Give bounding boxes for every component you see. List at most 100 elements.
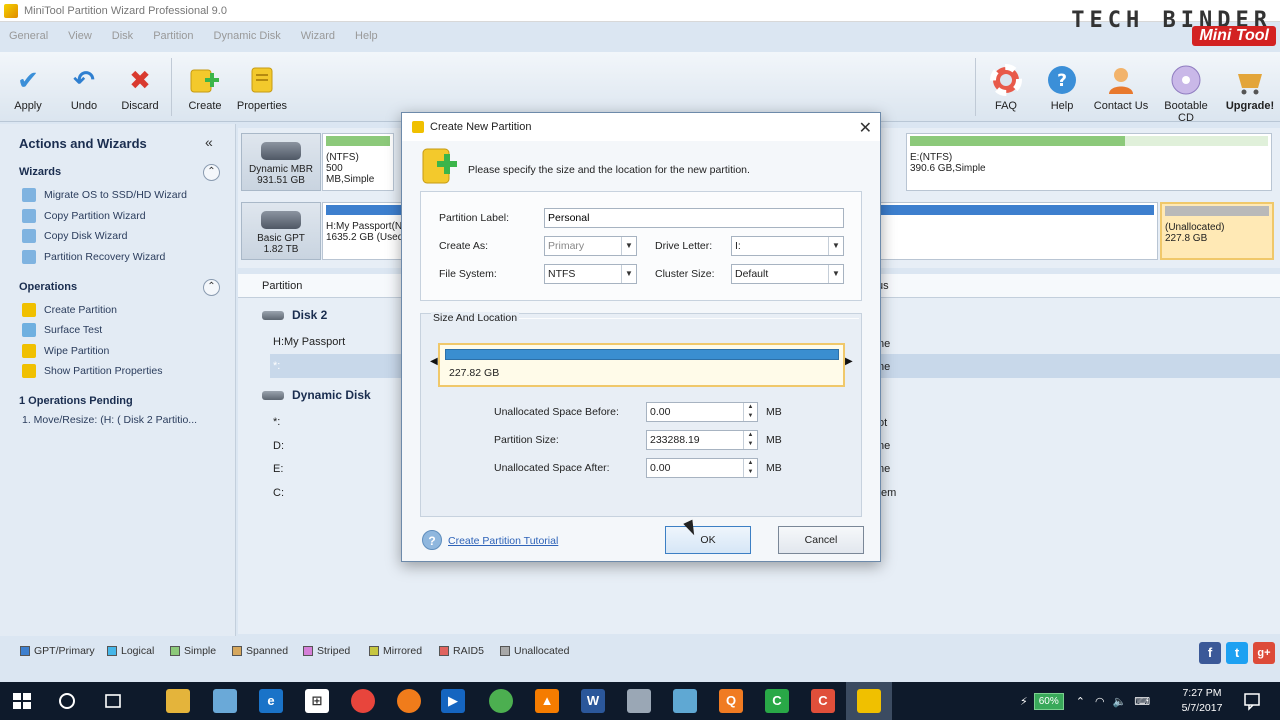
control-panel-icon[interactable] <box>627 689 651 713</box>
create-as-select[interactable]: Primary ▼ <box>544 236 637 256</box>
ok-button[interactable]: OK <box>665 526 751 554</box>
undo-button[interactable]: ↶ Undo <box>56 58 112 113</box>
table-row-d[interactable]: D: <box>273 440 284 452</box>
chrome-icon[interactable] <box>351 689 375 713</box>
menu-dynamic-disk[interactable]: Dynamic Disk <box>214 30 281 42</box>
cancel-button[interactable]: Cancel <box>778 526 864 554</box>
bootable-cd-button[interactable]: Bootable CD <box>1158 58 1214 124</box>
unallocated-before-input[interactable]: 0.00 ▲ ▼ <box>646 402 758 422</box>
camtasia-red-icon[interactable]: C <box>811 689 835 713</box>
operations-collapse-button[interactable]: ⌃ <box>203 279 220 296</box>
dialog-title: Create New Partition <box>430 121 532 133</box>
cluster-size-select[interactable]: Default ▼ <box>731 264 844 284</box>
spinner-arrows-icon[interactable]: ▲ ▼ <box>743 459 757 477</box>
store-icon[interactable]: ⊞ <box>305 689 329 713</box>
menu-partition[interactable]: Partition <box>153 30 193 42</box>
legend-swatch <box>232 646 242 656</box>
partition-label-input[interactable] <box>544 208 844 228</box>
notifications-icon[interactable] <box>1240 689 1264 713</box>
spinner-arrows-icon[interactable]: ▲ ▼ <box>743 403 757 421</box>
create-button[interactable]: Create <box>177 58 233 112</box>
unallocated-after-input[interactable]: 0.00 ▲ ▼ <box>646 458 758 478</box>
wifi-icon[interactable]: ◠ <box>1095 695 1105 708</box>
faq-button[interactable]: FAQ <box>978 58 1034 112</box>
partition-size-slider[interactable]: 227.82 GB <box>438 343 845 387</box>
edge-icon[interactable]: e <box>259 689 283 713</box>
create-partition-tutorial-link[interactable]: Create Partition Tutorial <box>448 535 558 547</box>
table-row-h[interactable]: H:My Passport <box>273 336 345 348</box>
partition-recovery-wizard[interactable]: Partition Recovery Wizard <box>22 250 165 264</box>
disk-card-gpt[interactable]: Basic GPT 1.82 TB <box>241 202 321 260</box>
firefox-icon[interactable] <box>397 689 421 713</box>
hard-disk-icon <box>261 211 301 229</box>
vlc-icon[interactable]: ▲ <box>535 689 559 713</box>
battery-indicator[interactable]: 60% <box>1033 692 1064 710</box>
menu-bar: General View Disk Partition Dynamic Disk… <box>0 24 398 48</box>
slider-fill[interactable] <box>445 349 839 360</box>
unallocated-block[interactable]: (Unallocated) 227.8 GB <box>1160 202 1274 260</box>
partition-block[interactable]: (NTFS) 500 MB,Simple <box>322 133 394 191</box>
contact-us-button[interactable]: Contact Us <box>1093 58 1149 112</box>
create-partition-operation[interactable]: Create Partition <box>22 303 117 317</box>
upgrade-button[interactable]: Upgrade! <box>1222 58 1278 112</box>
slider-right-handle-icon[interactable]: ▶ <box>845 356 853 367</box>
pending-operation-item[interactable]: 1. Move/Resize: (H: ( Disk 2 Partitio... <box>22 414 197 426</box>
spinner-arrows-icon[interactable]: ▲ ▼ <box>743 431 757 449</box>
task-view-icon[interactable] <box>101 689 125 713</box>
copy-disk-wizard[interactable]: Copy Disk Wizard <box>22 229 127 243</box>
tray-chevron-icon[interactable]: ⌃ <box>1076 695 1085 708</box>
system-clock[interactable]: 7:27 PM 5/7/2017 <box>1168 686 1236 716</box>
wipe-partition-operation[interactable]: Wipe Partition <box>22 344 109 358</box>
apply-button[interactable]: ✔ Apply <box>0 58 56 113</box>
facebook-icon[interactable]: f <box>1199 642 1221 664</box>
discard-button[interactable]: ✖ Discard <box>112 58 168 113</box>
network-globe-icon[interactable] <box>489 689 513 713</box>
remote-desktop-icon[interactable] <box>673 689 697 713</box>
menu-view[interactable]: View <box>68 30 92 42</box>
show-partition-properties-operation[interactable]: Show Partition Properties <box>22 364 162 378</box>
search-icon[interactable] <box>55 689 79 713</box>
slider-left-handle-icon[interactable]: ◀ <box>430 356 438 367</box>
legend-spanned: Spanned <box>232 645 288 657</box>
google-plus-icon[interactable]: g+ <box>1253 642 1275 664</box>
notepad-icon[interactable] <box>213 689 237 713</box>
menu-general[interactable]: General <box>9 30 48 42</box>
surface-test-operation[interactable]: Surface Test <box>22 323 102 337</box>
drive-letter-select[interactable]: I: ▼ <box>731 236 844 256</box>
table-row-c[interactable]: C: <box>273 487 284 499</box>
help-question-icon[interactable]: ? <box>422 530 442 550</box>
camtasia-green-icon[interactable]: C <box>765 689 789 713</box>
disk-card-dynamic[interactable]: Dynamic MBR 931.51 GB <box>241 133 321 191</box>
word-icon[interactable]: W <box>581 689 605 713</box>
menu-wizard[interactable]: Wizard <box>301 30 335 42</box>
media-player-icon[interactable]: ▶ <box>441 689 465 713</box>
properties-icon <box>22 364 36 378</box>
volume-icon[interactable]: 🔈 <box>1113 695 1127 708</box>
menu-disk[interactable]: Disk <box>112 30 133 42</box>
power-plug-icon[interactable]: ⚡ <box>1020 695 1028 708</box>
help-button[interactable]: ? Help <box>1034 58 1090 112</box>
wizards-collapse-button[interactable]: ⌃ <box>203 164 220 181</box>
minitool-taskbar-icon[interactable] <box>857 689 881 713</box>
upgrade-icon <box>1234 64 1266 96</box>
properties-button[interactable]: Properties <box>234 58 290 112</box>
migrate-os-wizard[interactable]: Migrate OS to SSD/HD Wizard <box>22 188 187 202</box>
menu-help[interactable]: Help <box>355 30 378 42</box>
language-icon[interactable]: ⌨ <box>1134 695 1150 708</box>
wizard-icon <box>22 229 36 243</box>
quicktime-icon[interactable]: Q <box>719 689 743 713</box>
system-tray: ⚡ 60% ⌃ ◠ 🔈 ⌨ <box>1020 682 1150 720</box>
collapse-panel-button[interactable]: « <box>205 134 213 150</box>
partition-size-input[interactable]: 233288.19 ▲ ▼ <box>646 430 758 450</box>
close-icon[interactable]: ✕ <box>859 118 872 138</box>
twitter-icon[interactable]: t <box>1226 642 1248 664</box>
file-system-select[interactable]: NTFS ▼ <box>544 264 637 284</box>
table-row-unallocated[interactable]: *: <box>273 360 280 372</box>
file-explorer-icon[interactable] <box>166 689 190 713</box>
copy-partition-wizard[interactable]: Copy Partition Wizard <box>22 209 146 223</box>
column-partition[interactable]: Partition <box>262 280 302 292</box>
partition-block-e[interactable]: E:(NTFS) 390.6 GB,Simple <box>906 133 1272 191</box>
table-row[interactable]: *: <box>273 416 280 428</box>
windows-start-icon[interactable] <box>10 689 34 713</box>
table-row-e[interactable]: E: <box>273 463 283 475</box>
